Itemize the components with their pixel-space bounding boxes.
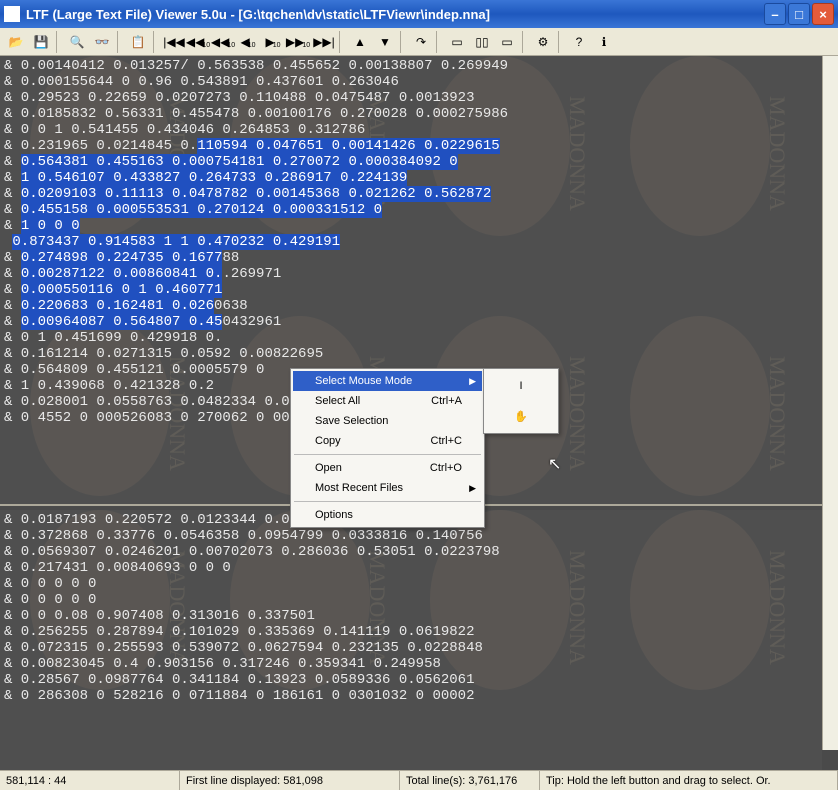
mouse-mode-text-icon[interactable]: I	[486, 371, 556, 401]
next10-icon[interactable]: ▶▶10	[287, 30, 311, 53]
menu-label: Select All	[315, 395, 360, 407]
ctx-select-mouse-mode[interactable]: Select Mouse Mode ▶	[293, 371, 482, 391]
window-title: LTF (Large Text File) Viewer 5.0u - [G:\…	[26, 7, 764, 22]
status-first-line: First line displayed: 581,098	[180, 771, 400, 790]
first-icon[interactable]: |◀◀	[162, 30, 186, 53]
context-menu: Select Mouse Mode ▶ Select All Ctrl+A Save S…	[290, 368, 485, 528]
text-line[interactable]: & 0.231965 0.0214845 0.110594 0.047651 0…	[4, 138, 818, 154]
text-line[interactable]: & 0.00823045 0.4 0.903156 0.317246 0.359…	[4, 656, 818, 672]
ctx-open[interactable]: Open Ctrl+O	[293, 458, 482, 478]
submenu-arrow-icon: ▶	[469, 376, 476, 387]
status-tip: Tip: Hold the left button and drag to se…	[540, 771, 838, 790]
maximize-button[interactable]: □	[788, 3, 810, 25]
window2-icon[interactable]: ▯▯	[470, 30, 494, 53]
text-line[interactable]: & 0.00140412 0.013257/ 0.563538 0.455652…	[4, 58, 818, 74]
text-line[interactable]: & 1 0 0 0	[4, 218, 818, 234]
up-icon[interactable]: ▲	[348, 30, 372, 53]
text-line[interactable]: & 0 0 0 0 0	[4, 576, 818, 592]
toolbar: 📂💾🔍👓📋|◀◀◀◀10◀◀10◀10▶10▶▶10▶▶|▲▼↷▭▯▯▭⚙?ℹ	[0, 28, 838, 56]
window3-icon[interactable]: ▭	[495, 30, 519, 53]
app-icon	[4, 6, 20, 22]
text-line[interactable]: & 0.29523 0.22659 0.0207273 0.110488 0.0…	[4, 90, 818, 106]
menu-label: Options	[315, 509, 353, 521]
find-icon[interactable]: 🔍	[65, 30, 89, 53]
status-position: 581,114 : 44	[0, 771, 180, 790]
find-next-icon[interactable]: 👓	[90, 30, 114, 53]
text-line[interactable]: & 0.256255 0.287894 0.101029 0.335369 0.…	[4, 624, 818, 640]
prev10k-icon[interactable]: ◀◀10	[187, 30, 211, 53]
window1-icon[interactable]: ▭	[445, 30, 469, 53]
titlebar: LTF (Large Text File) Viewer 5.0u - [G:\…	[0, 0, 838, 28]
content-area: & 0.00140412 0.013257/ 0.563538 0.455652…	[0, 56, 838, 770]
about-icon[interactable]: ℹ	[592, 30, 616, 53]
statusbar: 581,114 : 44 First line displayed: 581,0…	[0, 770, 838, 790]
text-line[interactable]: & 0.0185832 0.56331 0.455478 0.00100176 …	[4, 106, 818, 122]
menu-label: Copy	[315, 435, 341, 447]
prev10-icon[interactable]: ◀◀10	[212, 30, 236, 53]
text-line[interactable]: & 0.564381 0.455163 0.000754181 0.270072…	[4, 154, 818, 170]
text-line[interactable]: & 0.000550116 0 1 0.460771	[4, 282, 818, 298]
text-pane-bottom[interactable]: & 0.0187193 0.220572 0.0123344 0.0016/81…	[0, 510, 822, 770]
text-line[interactable]: & 0.220683 0.162481 0.0260638	[4, 298, 818, 314]
text-line[interactable]: & 0.00287122 0.00860841 0..269971	[4, 266, 818, 282]
vertical-scrollbar[interactable]	[822, 56, 838, 750]
text-line[interactable]: 0.873437 0.914583 1 1 0.470232 0.429191	[4, 234, 818, 250]
text-line[interactable]: & 0 1 0.451699 0.429918 0.	[4, 330, 818, 346]
last-icon[interactable]: ▶▶|	[312, 30, 336, 53]
help-icon[interactable]: ?	[567, 30, 591, 53]
text-line[interactable]: & 0 286308 0 528216 0 0711884 0 186161 0…	[4, 688, 818, 704]
text-line[interactable]: & 0.0569307 0.0246201 0.00702073 0.28603…	[4, 544, 818, 560]
text-line[interactable]: & 0.28567 0.0987764 0.341184 0.13923 0.0…	[4, 672, 818, 688]
text-line[interactable]: & 0.00964087 0.564807 0.450432961	[4, 314, 818, 330]
prev-icon[interactable]: ◀10	[237, 30, 261, 53]
text-line[interactable]: & 0.0209103 0.11113 0.0478782 0.00145368…	[4, 186, 818, 202]
menu-label: Select Mouse Mode	[315, 375, 412, 387]
menu-shortcut: Ctrl+A	[415, 395, 462, 407]
text-line[interactable]: & 0.274898 0.224735 0.167788	[4, 250, 818, 266]
ctx-select-all[interactable]: Select All Ctrl+A	[293, 391, 482, 411]
ctx-options[interactable]: Options	[293, 505, 482, 525]
copy-icon[interactable]: 📋	[126, 30, 150, 53]
text-line[interactable]: & 0.072315 0.255593 0.539072 0.0627594 0…	[4, 640, 818, 656]
minimize-button[interactable]: –	[764, 3, 786, 25]
submenu-arrow-icon: ▶	[469, 483, 476, 494]
menu-shortcut: Ctrl+C	[415, 435, 462, 447]
status-total-lines: Total line(s): 3,761,176	[400, 771, 540, 790]
mouse-mode-submenu: I✋	[483, 368, 559, 434]
text-line[interactable]: & 0.455158 0.000553531 0.270124 0.000331…	[4, 202, 818, 218]
text-line[interactable]: & 0 0 1 0.541455 0.434046 0.264853 0.312…	[4, 122, 818, 138]
menu-label: Most Recent Files	[315, 482, 403, 494]
down-icon[interactable]: ▼	[373, 30, 397, 53]
text-line[interactable]: & 0 0 0.08 0.907408 0.313016 0.337501	[4, 608, 818, 624]
next-icon[interactable]: ▶10	[262, 30, 286, 53]
text-line[interactable]: & 0.000155644 0 0.96 0.543891 0.437601 0…	[4, 74, 818, 90]
close-button[interactable]: ×	[812, 3, 834, 25]
open-file-icon[interactable]: 📂	[4, 30, 28, 53]
menu-label: Open	[315, 462, 342, 474]
mouse-mode-hand-icon[interactable]: ✋	[486, 401, 556, 431]
options-icon[interactable]: ⚙	[531, 30, 555, 53]
text-line[interactable]: & 1 0.546107 0.433827 0.264733 0.286917 …	[4, 170, 818, 186]
text-line[interactable]: & 0 0 0 0 0	[4, 592, 818, 608]
text-line[interactable]: & 0.161214 0.0271315 0.0592 0.00822695	[4, 346, 818, 362]
ctx-copy[interactable]: Copy Ctrl+C	[293, 431, 482, 451]
menu-shortcut: Ctrl+O	[414, 462, 462, 474]
save-icon[interactable]: 💾	[29, 30, 53, 53]
ctx-recent-files[interactable]: Most Recent Files ▶	[293, 478, 482, 498]
redo-icon[interactable]: ↷	[409, 30, 433, 53]
ctx-save-selection[interactable]: Save Selection	[293, 411, 482, 431]
menu-label: Save Selection	[315, 415, 388, 427]
text-line[interactable]: & 0.217431 0.00840693 0 0 0	[4, 560, 818, 576]
text-line[interactable]: & 0.372868 0.33776 0.0546358 0.0954799 0…	[4, 528, 818, 544]
